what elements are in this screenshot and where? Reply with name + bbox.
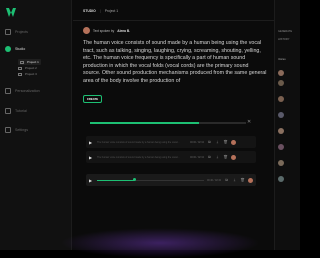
copy-icon[interactable]: ⧉ bbox=[207, 140, 212, 144]
audio-track-row-playing[interactable]: ▶ 00:40 / 02:34 ⧉ ⤓ 🗑 bbox=[86, 174, 256, 186]
background-glow bbox=[60, 228, 260, 258]
breadcrumb-project[interactable]: Project 1 bbox=[105, 9, 118, 13]
avatar bbox=[248, 177, 253, 183]
sidebar-item-label: Studio bbox=[15, 47, 26, 51]
voices-label: Voices bbox=[278, 58, 286, 61]
sidebar-item-label: Projects bbox=[15, 30, 28, 34]
voice-avatar[interactable] bbox=[278, 70, 284, 76]
avatar bbox=[83, 27, 90, 34]
audio-track-row[interactable]: ▶ The human voice consists of sound made… bbox=[86, 136, 256, 148]
sidebar-item-studio[interactable]: Studio bbox=[5, 46, 25, 52]
download-icon[interactable]: ⤓ bbox=[215, 155, 220, 159]
tab-generate[interactable]: GENERATE bbox=[278, 30, 292, 33]
voice-name: Alena B. bbox=[117, 28, 131, 33]
download-icon[interactable]: ⤓ bbox=[215, 140, 220, 144]
generation-progress-bar bbox=[90, 122, 246, 124]
subitem-label: Project 1 bbox=[27, 60, 39, 64]
file-icon bbox=[18, 66, 22, 70]
subitem-label: Project 3 bbox=[25, 72, 37, 76]
file-icon bbox=[20, 60, 24, 64]
sidebar-subitem-project-3[interactable]: Project 3 bbox=[18, 72, 37, 76]
sidebar: Projects Studio Project 1 Project 2 Proj… bbox=[0, 0, 72, 250]
delete-icon[interactable]: 🗑 bbox=[240, 178, 245, 182]
breadcrumb-section[interactable]: STUDIO bbox=[83, 9, 96, 13]
breadcrumb-separator: | bbox=[99, 9, 101, 13]
sidebar-item-label: Tutorial bbox=[15, 109, 27, 113]
voice-avatar[interactable] bbox=[278, 128, 284, 134]
play-icon[interactable]: ▶ bbox=[89, 178, 94, 183]
track-played-fill bbox=[97, 179, 135, 181]
progress-fill bbox=[90, 122, 200, 124]
app-window: Projects Studio Project 1 Project 2 Proj… bbox=[0, 0, 300, 258]
text-editor[interactable]: The human voice consists of sound made b… bbox=[83, 40, 267, 85]
breadcrumb: STUDIO | Project 1 bbox=[83, 9, 118, 13]
header-divider bbox=[73, 20, 300, 21]
track-scrubber[interactable] bbox=[97, 178, 205, 182]
avatar bbox=[230, 154, 236, 160]
play-icon[interactable]: ▶ bbox=[89, 155, 94, 160]
scrubber-handle[interactable] bbox=[132, 178, 136, 182]
avatar bbox=[230, 139, 236, 145]
sidebar-item-projects[interactable]: Projects bbox=[5, 29, 28, 35]
folder-icon bbox=[5, 29, 11, 35]
right-panel: GENERATE HISTORY Voices bbox=[274, 0, 300, 250]
delete-icon[interactable]: 🗑 bbox=[223, 155, 228, 159]
sidebar-item-settings[interactable]: Settings bbox=[5, 127, 28, 133]
copy-icon[interactable]: ⧉ bbox=[207, 155, 212, 159]
copy-icon[interactable]: ⧉ bbox=[224, 178, 229, 182]
close-icon[interactable]: ✕ bbox=[247, 119, 251, 125]
track-preview: The human voice consists of sound made b… bbox=[97, 140, 180, 144]
sidebar-item-personalization[interactable]: Personalization bbox=[5, 88, 40, 94]
voice-avatar[interactable] bbox=[278, 96, 284, 102]
voice-selector[interactable]: Text spoken by Alena B. bbox=[83, 27, 130, 34]
track-time: 00:00 / 02:34 bbox=[190, 140, 204, 144]
sidebar-subitem-project-2[interactable]: Project 2 bbox=[18, 66, 37, 70]
sidebar-subitem-project-1[interactable]: Project 1 bbox=[18, 59, 41, 65]
voice-avatar[interactable] bbox=[278, 176, 284, 182]
audio-track-row[interactable]: ▶ The human voice consists of sound made… bbox=[86, 151, 256, 163]
logo-icon bbox=[6, 8, 16, 17]
file-icon bbox=[18, 72, 22, 76]
play-icon[interactable]: ▶ bbox=[89, 140, 94, 145]
voice-prefix: Text spoken by bbox=[93, 28, 115, 33]
gear-icon bbox=[5, 127, 11, 133]
main-area: STUDIO | Project 1 Text spoken by Alena … bbox=[73, 0, 300, 250]
studio-icon bbox=[5, 46, 11, 52]
voice-avatar[interactable] bbox=[278, 112, 284, 118]
sidebar-item-label: Personalization bbox=[15, 89, 40, 93]
track-preview: The human voice consists of sound made b… bbox=[97, 155, 180, 159]
download-icon[interactable]: ⤓ bbox=[232, 178, 237, 182]
user-icon bbox=[5, 88, 11, 94]
track-time: 00:40 / 02:34 bbox=[207, 178, 221, 182]
subitem-label: Project 2 bbox=[25, 66, 37, 70]
create-button[interactable]: CREATE bbox=[83, 95, 102, 103]
voice-avatar[interactable] bbox=[278, 80, 284, 86]
delete-icon[interactable]: 🗑 bbox=[223, 140, 228, 144]
tab-history[interactable]: HISTORY bbox=[278, 38, 289, 41]
book-icon bbox=[5, 108, 11, 114]
sidebar-item-label: Settings bbox=[15, 128, 28, 132]
track-time: 00:00 / 02:34 bbox=[190, 155, 204, 159]
voice-avatar[interactable] bbox=[278, 144, 284, 150]
voice-avatar[interactable] bbox=[278, 160, 284, 166]
sidebar-item-tutorial[interactable]: Tutorial bbox=[5, 108, 27, 114]
